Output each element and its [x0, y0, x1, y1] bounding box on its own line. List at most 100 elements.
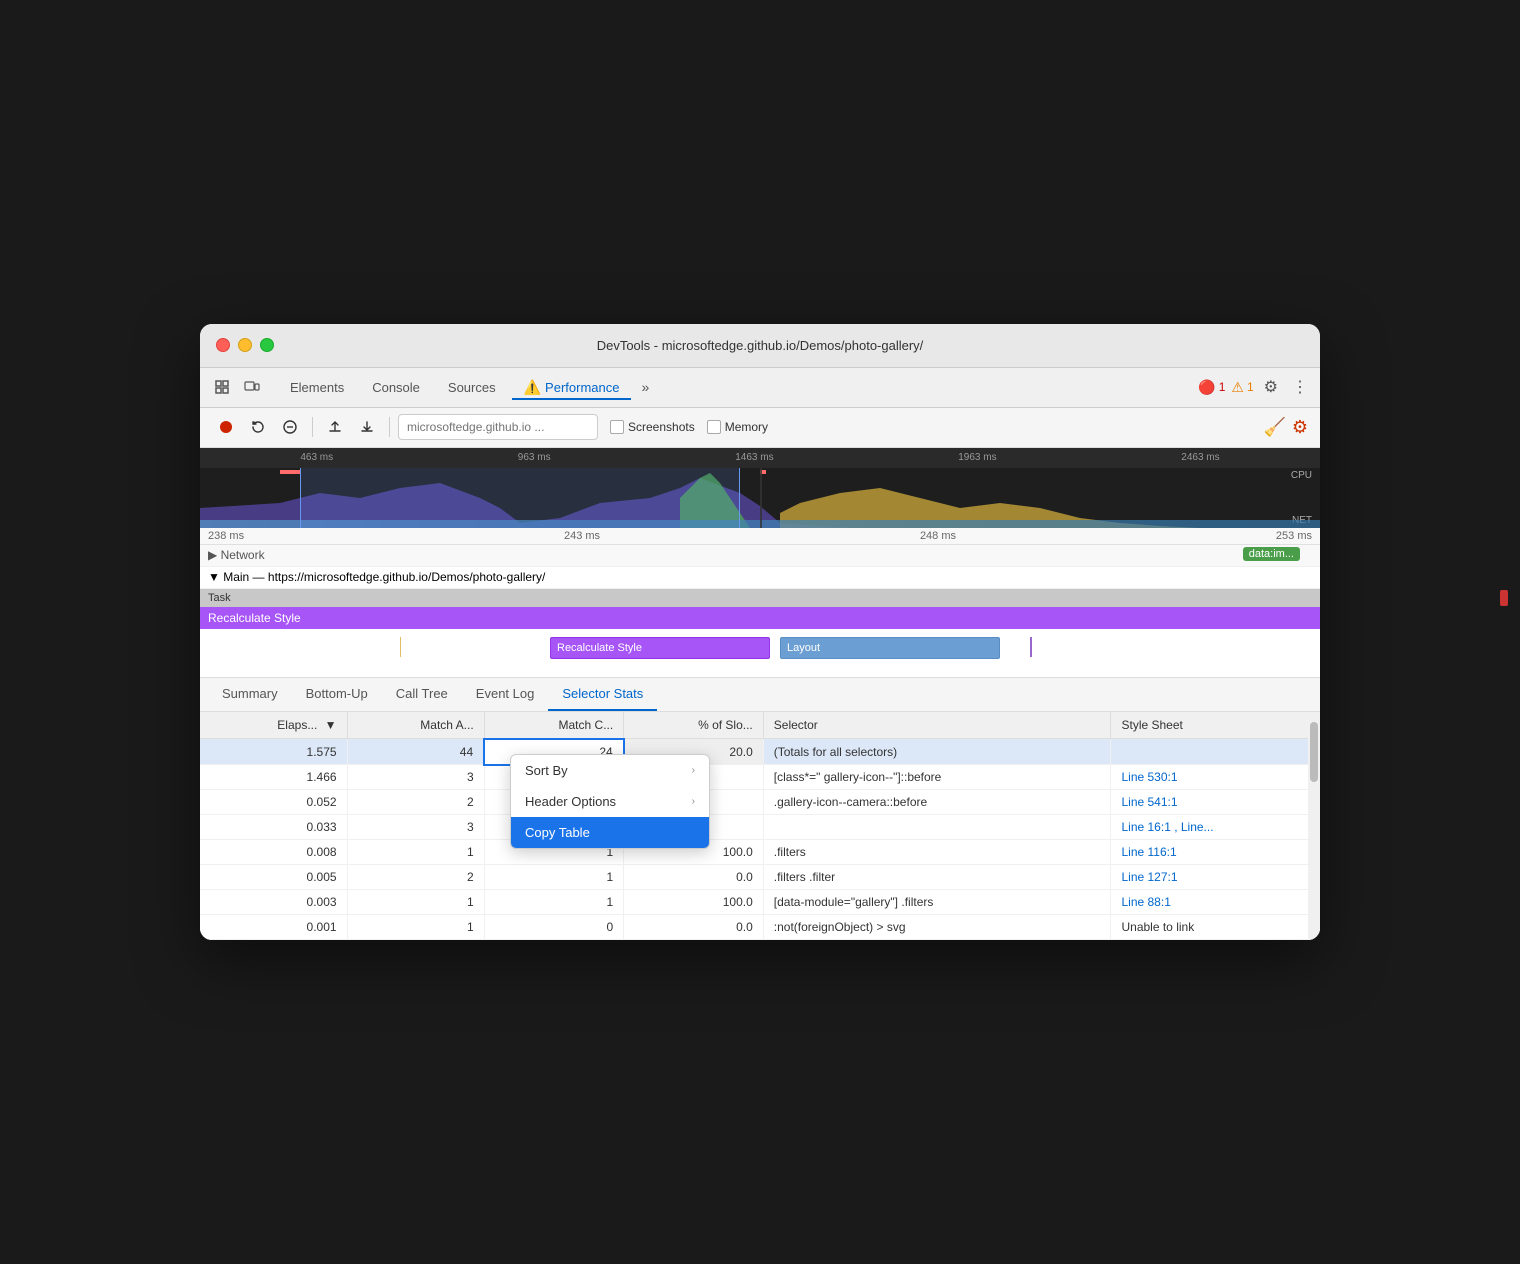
- flame-blocks: Recalculate Style Layout: [200, 629, 1320, 677]
- settings-button[interactable]: ⚙: [1260, 375, 1282, 399]
- minimize-button[interactable]: [238, 338, 252, 352]
- cell-selector-3: [763, 815, 1111, 840]
- detail-mark-2: 243 ms: [564, 530, 600, 542]
- memory-checkbox[interactable]: Memory: [707, 420, 768, 434]
- context-menu-sort-by[interactable]: Sort By ›: [511, 755, 709, 786]
- cell-elapsed-0: 1.575: [200, 739, 347, 765]
- cell-elapsed-1: 1.466: [200, 765, 347, 790]
- cell-elapsed-6: 0.003: [200, 890, 347, 915]
- performance-settings-icon[interactable]: ⚙: [1292, 417, 1308, 438]
- col-pct[interactable]: % of Slo...: [624, 712, 764, 739]
- cell-stylesheet-2: Line 541:1: [1111, 790, 1320, 815]
- tab-sources[interactable]: Sources: [436, 376, 508, 399]
- detail-ruler: 238 ms 243 ms 248 ms 253 ms: [200, 528, 1320, 545]
- warning-icon: ⚠: [1231, 379, 1244, 396]
- memory-checkbox-box[interactable]: [707, 420, 721, 434]
- cell-elapsed-7: 0.001: [200, 915, 347, 940]
- cell-match-c-5: 1: [484, 865, 624, 890]
- table-row: 0.008 1 1 100.0 .filters Line 116:1: [200, 840, 1320, 865]
- inspect-icon[interactable]: [208, 373, 236, 401]
- col-selector[interactable]: Selector: [763, 712, 1111, 739]
- ruler-mark-4: 1963 ms: [958, 452, 996, 463]
- tab-more[interactable]: »: [635, 375, 655, 399]
- tab-performance[interactable]: ⚠️ Performance: [512, 375, 632, 400]
- col-match-c[interactable]: Match C...: [484, 712, 624, 739]
- close-button[interactable]: [216, 338, 230, 352]
- titlebar: DevTools - microsoftedge.github.io/Demos…: [200, 324, 1320, 368]
- upload-button[interactable]: [321, 413, 349, 441]
- cell-match-a-7: 1: [347, 915, 484, 940]
- scrollbar-track[interactable]: [1308, 712, 1320, 941]
- flamechart: ▶ Network data:im... ▼ Main — https://mi…: [200, 545, 1320, 678]
- context-menu-copy-table[interactable]: Copy Table: [511, 817, 709, 848]
- col-match-a[interactable]: Match A...: [347, 712, 484, 739]
- table-row: 0.001 1 0 0.0 :not(foreignObject) > svg …: [200, 915, 1320, 940]
- scrollbar-thumb[interactable]: [1310, 722, 1318, 782]
- selector-stats-table: Elaps... ▼ Match A... Match C... % of Sl…: [200, 712, 1320, 941]
- cell-selector-0: (Totals for all selectors): [763, 739, 1111, 765]
- traffic-lights: [216, 338, 274, 352]
- ruler-mark-3: 1463 ms: [735, 452, 773, 463]
- clear-recordings-icon[interactable]: 🧹: [1263, 417, 1285, 438]
- screenshots-checkbox[interactable]: Screenshots: [610, 420, 695, 434]
- record-button[interactable]: [212, 413, 240, 441]
- performance-warning-icon: ⚠️: [524, 379, 541, 396]
- stylesheet-link-1[interactable]: Line 530:1: [1121, 770, 1177, 784]
- network-row: ▶ Network data:im...: [200, 545, 1320, 567]
- network-label: ▶ Network: [208, 548, 265, 562]
- cell-stylesheet-3: Line 16:1 , Line...: [1111, 815, 1320, 840]
- recalculate-block[interactable]: Recalculate Style: [550, 637, 770, 659]
- window-title: DevTools - microsoftedge.github.io/Demos…: [597, 338, 924, 353]
- recalculate-row: Recalculate Style: [200, 607, 1320, 629]
- screenshots-checkbox-box[interactable]: [610, 420, 624, 434]
- cell-selector-6: [data-module="gallery"] .filters: [763, 890, 1111, 915]
- sort-arrow-icon: ▼: [325, 718, 337, 732]
- tab-call-tree[interactable]: Call Tree: [382, 678, 462, 711]
- tabbar: Elements Console Sources ⚠️ Performance …: [200, 368, 1320, 408]
- tab-console[interactable]: Console: [360, 376, 432, 399]
- cell-elapsed-4: 0.008: [200, 840, 347, 865]
- device-icon[interactable]: [238, 373, 266, 401]
- download-button[interactable]: [353, 413, 381, 441]
- error-icon: 🔴: [1198, 379, 1215, 396]
- task-row: Task: [200, 589, 1320, 607]
- url-input[interactable]: [398, 414, 598, 440]
- tab-summary[interactable]: Summary: [208, 678, 292, 711]
- recalculate-label: Recalculate Style: [208, 611, 301, 625]
- detail-mark-3: 248 ms: [920, 530, 956, 542]
- ruler-mark-5: 2463 ms: [1181, 452, 1219, 463]
- layout-block[interactable]: Layout: [780, 637, 1000, 659]
- more-button[interactable]: ⋮: [1288, 375, 1312, 399]
- stylesheet-link-6[interactable]: Line 88:1: [1121, 895, 1170, 909]
- stylesheet-link-2[interactable]: Line 541:1: [1121, 795, 1177, 809]
- data-badge: data:im...: [1243, 547, 1300, 561]
- cell-selector-7: :not(foreignObject) > svg: [763, 915, 1111, 940]
- warning-badge: ⚠ 1: [1231, 379, 1253, 396]
- cell-match-a-0: 44: [347, 739, 484, 765]
- toolbar-separator-2: [389, 417, 390, 437]
- cell-selector-4: .filters: [763, 840, 1111, 865]
- tab-event-log[interactable]: Event Log: [462, 678, 549, 711]
- col-elapsed[interactable]: Elaps... ▼: [200, 712, 347, 739]
- col-stylesheet[interactable]: Style Sheet: [1111, 712, 1320, 739]
- cell-match-a-6: 1: [347, 890, 484, 915]
- stylesheet-link-5[interactable]: Line 127:1: [1121, 870, 1177, 884]
- stylesheet-link-4[interactable]: Line 116:1: [1121, 845, 1176, 859]
- context-menu-header-options[interactable]: Header Options ›: [511, 786, 709, 817]
- error-badge: 🔴 1: [1198, 379, 1225, 396]
- reload-button[interactable]: [244, 413, 272, 441]
- stylesheet-link-3[interactable]: Line 16:1 , Line...: [1121, 820, 1213, 834]
- cell-selector-1: [class*=" gallery-icon--"]::before: [763, 765, 1111, 790]
- table-row: 0.033 3 Line 16:1 , Line...: [200, 815, 1320, 840]
- clear-button[interactable]: [276, 413, 304, 441]
- cell-stylesheet-4: Line 116:1: [1111, 840, 1320, 865]
- tab-elements[interactable]: Elements: [278, 376, 356, 399]
- maximize-button[interactable]: [260, 338, 274, 352]
- cell-pct-5: 0.0: [624, 865, 764, 890]
- tab-bottom-up[interactable]: Bottom-Up: [292, 678, 382, 711]
- cell-match-c-6: 1: [484, 890, 624, 915]
- task-label: Task: [208, 592, 231, 604]
- cell-selector-5: .filters .filter: [763, 865, 1111, 890]
- tab-selector-stats[interactable]: Selector Stats: [548, 678, 657, 711]
- cell-match-a-3: 3: [347, 815, 484, 840]
